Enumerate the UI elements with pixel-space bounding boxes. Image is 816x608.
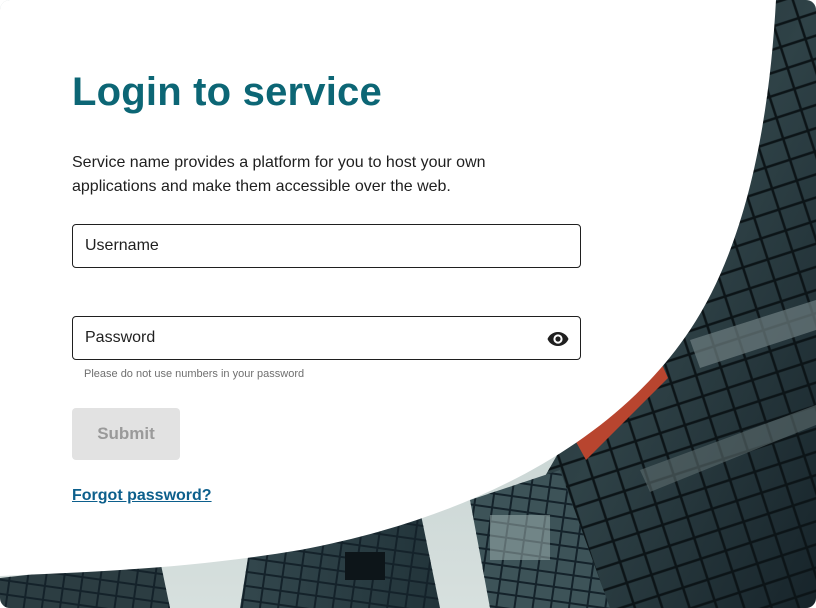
password-field — [72, 316, 581, 360]
page-title: Login to service — [72, 70, 382, 114]
username-field — [72, 224, 581, 268]
forgot-password-link[interactable]: Forgot password? — [72, 487, 212, 505]
username-input[interactable] — [73, 225, 580, 267]
show-password-toggle[interactable] — [546, 327, 570, 351]
password-input[interactable] — [73, 317, 580, 359]
password-hint: Please do not use numbers in your passwo… — [84, 368, 305, 380]
intro-text: Service name provides a platform for you… — [72, 154, 486, 195]
login-page: Login to service Service name provides a… — [0, 0, 816, 608]
submit-button[interactable]: Submit — [72, 408, 180, 460]
eye-icon — [547, 332, 569, 346]
login-panel: Login to service Service name provides a… — [72, 68, 582, 505]
